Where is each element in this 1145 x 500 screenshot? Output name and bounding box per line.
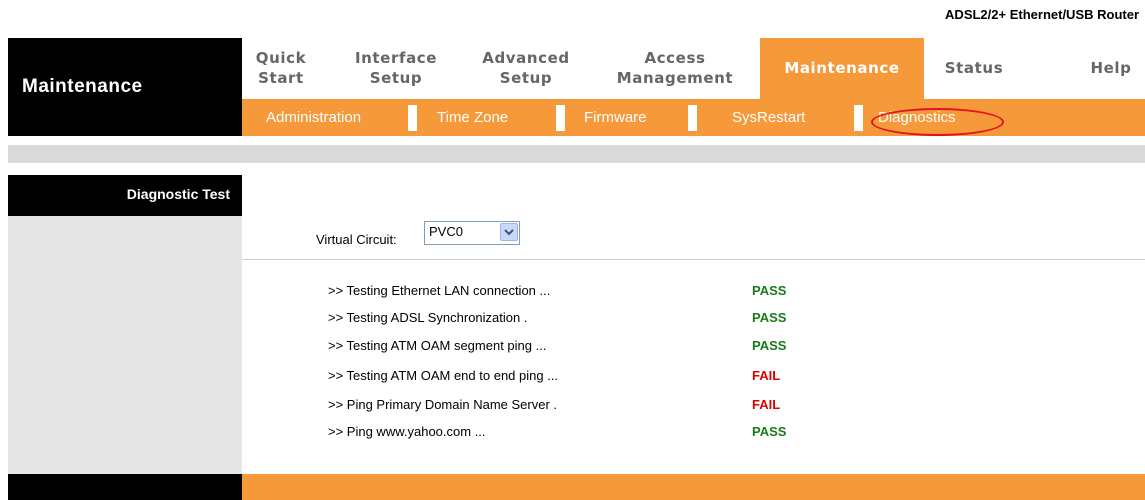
section-title: Diagnostic Test (126, 186, 230, 202)
virtual-circuit-label: Virtual Circuit: (316, 232, 397, 247)
subtab-firmware[interactable]: Firmware (584, 109, 647, 126)
test-result: PASS (752, 283, 787, 298)
main-nav-tabs: Quick Start Interface Setup Advanced Setup … (242, 38, 1145, 99)
left-section-title-box: Maintenance (8, 38, 242, 136)
tab-access-management[interactable]: Access Management (602, 38, 748, 99)
test-label: >> Testing Ethernet LAN connection ... (328, 283, 551, 298)
test-label: >> Ping Primary Domain Name Server . (328, 397, 558, 412)
chevron-down-icon[interactable] (500, 223, 518, 241)
footer-orange-bar (242, 474, 1145, 500)
tab-status[interactable]: Status (924, 38, 1024, 99)
tab-quick-start-line2: Start (258, 69, 304, 87)
gray-spacer-band (8, 145, 1145, 163)
tab-access-management-line1: Access (644, 49, 706, 67)
tab-quick-start[interactable]: Quick Start (242, 38, 320, 99)
tab-interface-setup-line2: Setup (369, 69, 423, 87)
subtab-separator (556, 105, 565, 131)
test-result: FAIL (752, 397, 781, 412)
section-label-box: Diagnostic Test (8, 175, 242, 216)
subtab-separator (854, 105, 863, 131)
virtual-circuit-value: PVC0 (429, 224, 463, 239)
tab-maintenance-label: Maintenance (784, 59, 900, 77)
tab-advanced-setup-line2: Setup (499, 69, 553, 87)
tab-maintenance[interactable]: Maintenance (760, 38, 924, 99)
subtab-sysrestart[interactable]: SysRestart (732, 109, 805, 126)
test-label: >> Testing ATM OAM end to end ping ... (328, 368, 559, 383)
test-label: >> Ping www.yahoo.com ... (328, 424, 486, 439)
tab-interface-setup[interactable]: Interface Setup (340, 38, 452, 99)
tab-advanced-setup-line1: Advanced (482, 49, 570, 67)
product-name: ADSL2/2+ Ethernet/USB Router (945, 7, 1139, 22)
sub-nav-tabs: Administration Time Zone Firmware SysRes… (242, 99, 1145, 136)
tab-quick-start-line1: Quick (255, 49, 307, 67)
tab-help-label: Help (1090, 59, 1132, 77)
test-result: PASS (752, 424, 787, 439)
tab-status-label: Status (944, 59, 1004, 77)
virtual-circuit-select[interactable]: PVC0 (424, 221, 520, 245)
subtab-administration[interactable]: Administration (266, 109, 361, 126)
left-section-title: Maintenance (22, 76, 143, 97)
tab-advanced-setup[interactable]: Advanced Setup (468, 38, 584, 99)
test-result: FAIL (752, 368, 781, 383)
subtab-separator (688, 105, 697, 131)
test-result: PASS (752, 310, 787, 325)
test-result: PASS (752, 338, 787, 353)
subtab-separator (408, 105, 417, 131)
tab-interface-setup-line1: Interface (354, 49, 438, 67)
highlight-circle (871, 108, 1004, 136)
subtab-time-zone[interactable]: Time Zone (437, 109, 508, 126)
left-gray-column (8, 216, 242, 474)
footer-left-bar (8, 474, 242, 500)
tab-help[interactable]: Help (1077, 38, 1145, 99)
tab-access-management-line2: Management (616, 69, 734, 87)
divider-line (242, 259, 1145, 260)
test-label: >> Testing ATM OAM segment ping ... (328, 338, 547, 353)
test-label: >> Testing ADSL Synchronization . (328, 310, 528, 325)
